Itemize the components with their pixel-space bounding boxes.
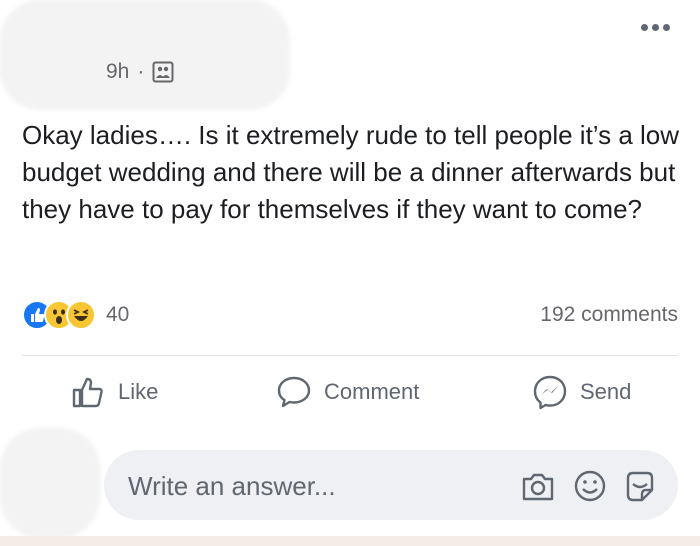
answer-composer <box>104 450 678 522</box>
comment-label: Comment <box>324 379 420 404</box>
comment-bubble-icon <box>277 376 311 408</box>
comments-count-link[interactable]: 192 comments <box>540 303 678 327</box>
more-dot-icon <box>663 24 670 31</box>
camera-icon[interactable] <box>520 468 556 504</box>
more-dot-icon <box>641 24 648 31</box>
redacted-avatar <box>0 428 100 538</box>
divider <box>22 355 678 356</box>
more-options-button[interactable] <box>641 24 670 31</box>
reactions-summary[interactable]: 40 <box>22 300 129 330</box>
post-timestamp[interactable]: 9h <box>106 60 129 84</box>
bottom-strip <box>0 536 700 546</box>
emoji-icon[interactable] <box>572 468 608 504</box>
group-privacy-icon <box>152 61 174 83</box>
more-dot-icon <box>652 24 659 31</box>
haha-reaction-icon <box>66 300 96 330</box>
post-action-bar: Like Comment Send <box>0 374 700 420</box>
meta-separator: · <box>137 60 145 83</box>
reaction-count: 40 <box>106 303 130 326</box>
like-button[interactable]: Like <box>70 374 158 410</box>
send-button[interactable]: Send <box>532 374 631 410</box>
redacted-header <box>0 0 290 110</box>
post-body-text: Okay ladies…. Is it extremely rude to te… <box>22 120 680 224</box>
answer-input[interactable] <box>126 450 510 522</box>
post-meta: 9h · <box>106 60 174 84</box>
sticker-icon[interactable] <box>622 468 658 504</box>
messenger-icon <box>533 375 567 410</box>
send-label: Send <box>580 379 632 404</box>
comment-button[interactable]: Comment <box>276 374 419 410</box>
like-label: Like <box>118 379 159 404</box>
thumbs-up-icon <box>72 377 103 408</box>
